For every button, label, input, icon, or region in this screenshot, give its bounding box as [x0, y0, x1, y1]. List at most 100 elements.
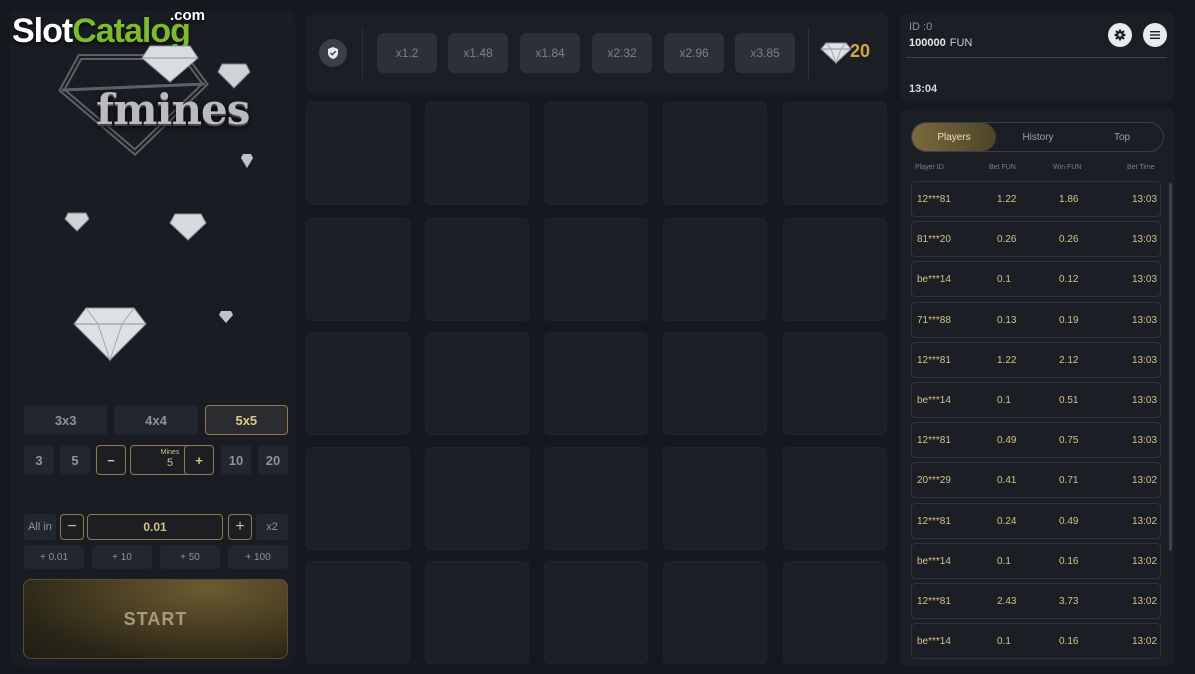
diamond-decoration-icon: [169, 213, 207, 241]
multiplier-bar: x1.2 x1.48 x1.84 x2.32 x2.96 x3.85: [306, 13, 888, 93]
add-0.01-button[interactable]: + 0.01: [24, 545, 84, 569]
divider: [808, 27, 809, 79]
column-header-player: Player ID: [915, 164, 944, 171]
mine-tile[interactable]: [783, 332, 887, 435]
watermark-slot: Slot: [12, 12, 73, 50]
add-10-button[interactable]: + 10: [92, 545, 152, 569]
add-100-button[interactable]: + 100: [228, 545, 288, 569]
mine-tile[interactable]: [306, 332, 410, 435]
mine-tile[interactable]: [544, 102, 648, 205]
multiplier-step-5: x2.96: [664, 33, 724, 73]
player-id-cell: 71***88: [917, 314, 951, 326]
mine-tile[interactable]: [663, 332, 767, 435]
player-id-cell: 12***81: [917, 435, 951, 447]
tab-players[interactable]: Players: [912, 123, 996, 151]
diamond-decoration-icon: [219, 311, 233, 323]
menu-button[interactable]: [1143, 23, 1167, 47]
mines-preset-10-button[interactable]: 10: [221, 445, 251, 475]
bet-cell: 2.43: [997, 596, 1017, 607]
bet-increase-button[interactable]: +: [228, 514, 252, 540]
mines-preset-20-button[interactable]: 20: [258, 445, 288, 475]
game-root: fmines SlotCatalog .com 3x3 4x4 5x5 3 5 …: [0, 0, 1195, 674]
mines-grid: [306, 102, 888, 664]
time-cell: 13:02: [1132, 515, 1158, 527]
mine-tile[interactable]: [783, 218, 887, 321]
grid-size-5x5-button[interactable]: 5x5: [204, 405, 288, 435]
table-row: be***14 0.1 0.16 13:02: [911, 623, 1161, 660]
player-id-cell: 81***20: [917, 234, 951, 246]
table-row: 20***29 0.41 0.71 13:02: [911, 462, 1161, 499]
multiplier-step-2: x1.48: [448, 33, 508, 73]
scrollbar[interactable]: [1169, 183, 1172, 551]
mine-tile[interactable]: [783, 561, 887, 664]
time-cell: 13:02: [1132, 555, 1158, 567]
mines-increase-button[interactable]: +: [184, 445, 214, 475]
mine-tile[interactable]: [425, 561, 529, 664]
mine-tile[interactable]: [425, 447, 529, 550]
bets-tabs: Players History Top: [911, 122, 1164, 152]
diamond-count: 20: [850, 41, 871, 61]
bet-cell: 1.22: [997, 354, 1017, 366]
tab-top[interactable]: Top: [1080, 123, 1164, 151]
mine-tile[interactable]: [544, 561, 648, 664]
bet-decrease-button[interactable]: −: [60, 514, 84, 540]
tab-history[interactable]: History: [996, 123, 1080, 151]
mine-tile[interactable]: [783, 447, 887, 550]
add-50-button[interactable]: + 50: [160, 545, 220, 569]
mine-tile[interactable]: [663, 561, 767, 664]
time-cell: 13:03: [1132, 194, 1158, 205]
grid-size-selector: 3x3 4x4 5x5: [24, 405, 288, 435]
bet-controls: All in − 0.01 + x2: [24, 514, 288, 540]
time-cell: 13:02: [1132, 636, 1158, 648]
mine-tile[interactable]: [425, 332, 529, 435]
grid-size-3x3-button[interactable]: 3x3: [24, 405, 108, 435]
multiplier-step-6: x3.85: [735, 33, 795, 73]
bet-cell: 0.24: [997, 515, 1017, 527]
provably-fair-button[interactable]: [319, 39, 347, 67]
mine-tile[interactable]: [425, 102, 529, 205]
mine-tile[interactable]: [783, 102, 887, 205]
grid-size-4x4-button[interactable]: 4x4: [114, 405, 198, 435]
bets-panel: Players History Top Player ID Bet FUN Wi…: [900, 109, 1175, 666]
bet-amount-input[interactable]: 0.01: [87, 514, 223, 540]
table-row: be***14 0.1 0.12 13:03: [911, 261, 1161, 298]
mine-tile[interactable]: [306, 218, 410, 321]
mines-decrease-button[interactable]: −: [96, 445, 126, 475]
mine-tile[interactable]: [306, 447, 410, 550]
mine-tile[interactable]: [544, 447, 648, 550]
bet-cell: 0.1: [997, 274, 1011, 286]
menu-icon: [1150, 31, 1160, 39]
bet-cell: 0.1: [997, 636, 1011, 648]
player-id: ID :0: [909, 21, 933, 33]
diamond-icon: [820, 42, 852, 64]
win-cell: 0.75: [1059, 435, 1079, 447]
shield-icon: [328, 47, 338, 59]
mine-tile[interactable]: [663, 102, 767, 205]
mine-tile[interactable]: [663, 447, 767, 550]
table-row: 12***81 0.49 0.75 13:03: [911, 422, 1161, 459]
player-id-cell: 12***81: [917, 354, 951, 366]
balance-value: 100000: [909, 37, 946, 49]
win-cell: 1.86: [1059, 194, 1079, 205]
mine-tile[interactable]: [663, 218, 767, 321]
mine-tile[interactable]: [544, 332, 648, 435]
settings-button[interactable]: [1108, 23, 1132, 47]
table-row: 81***20 0.26 0.26 13:03: [911, 221, 1161, 258]
mine-tile[interactable]: [306, 102, 410, 205]
mine-tile[interactable]: [544, 218, 648, 321]
win-cell: 0.49: [1059, 515, 1079, 527]
mines-preset-5-button[interactable]: 5: [60, 445, 90, 475]
watermark-com: .com: [170, 7, 206, 24]
logo-text: fmines: [96, 85, 250, 134]
bet-double-button[interactable]: x2: [256, 514, 288, 540]
start-button[interactable]: START: [23, 579, 288, 659]
divider: [906, 57, 1167, 58]
mines-preset-3-button[interactable]: 3: [24, 445, 54, 475]
time-cell: 13:02: [1132, 596, 1158, 607]
mine-tile[interactable]: [425, 218, 529, 321]
win-cell: 3.73: [1059, 596, 1079, 607]
all-in-button[interactable]: All in: [24, 514, 56, 540]
table-row: 71***88 0.13 0.19 13:03: [911, 301, 1161, 338]
mine-tile[interactable]: [306, 561, 410, 664]
diamond-decoration-icon: [73, 307, 147, 362]
